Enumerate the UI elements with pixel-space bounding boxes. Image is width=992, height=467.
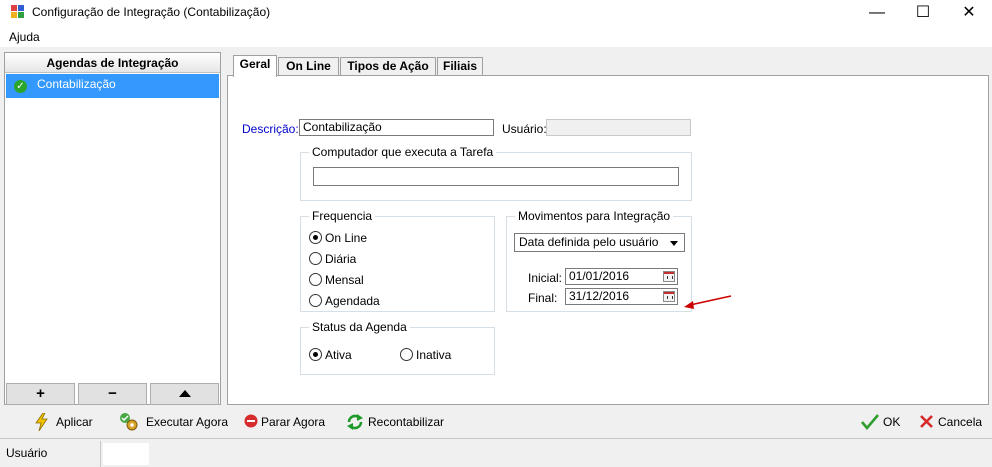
status-group: Status da Agenda Ativa Inativa bbox=[300, 320, 495, 375]
frequency-scheduled-label: Agendada bbox=[325, 294, 380, 308]
tab-tipos-de-acao[interactable]: Tipos de Ação bbox=[340, 57, 436, 76]
status-group-title: Status da Agenda bbox=[309, 320, 410, 334]
check-icon: ✓ bbox=[14, 80, 27, 93]
computer-group: Computador que executa a Tarefa bbox=[300, 145, 692, 201]
tab-geral[interactable]: Geral bbox=[233, 55, 277, 77]
status-bar: Usuário bbox=[0, 438, 992, 467]
frequency-monthly-radio[interactable] bbox=[309, 273, 322, 286]
status-user-value bbox=[103, 443, 149, 465]
general-tab-panel: Descrição: Contabilização Usuário: Compu… bbox=[227, 75, 989, 405]
final-date-value: 31/12/2016 bbox=[569, 289, 630, 303]
close-button[interactable]: ✕ bbox=[946, 0, 992, 28]
run-now-button[interactable]: Executar Agora bbox=[118, 412, 228, 432]
move-up-button[interactable] bbox=[150, 383, 219, 405]
menu-help[interactable]: Ajuda bbox=[9, 30, 40, 44]
status-inactive-label: Inativa bbox=[416, 348, 452, 362]
stop-icon bbox=[244, 414, 258, 428]
status-user-label: Usuário bbox=[6, 446, 48, 460]
tab-on-line[interactable]: On Line bbox=[278, 57, 339, 76]
computer-input[interactable] bbox=[313, 167, 679, 186]
ok-button[interactable]: OK bbox=[861, 412, 901, 432]
apply-button[interactable]: Aplicar bbox=[34, 412, 94, 432]
status-inactive-radio[interactable] bbox=[400, 348, 413, 361]
frequency-group-title: Frequencia bbox=[309, 209, 376, 223]
lightning-icon bbox=[35, 413, 48, 431]
recount-button[interactable]: Recontabilizar bbox=[346, 412, 444, 432]
final-date-input[interactable]: 31/12/2016 bbox=[565, 288, 678, 305]
final-date-label: Final: bbox=[528, 291, 558, 305]
cancel-button[interactable]: Cancela bbox=[919, 412, 982, 432]
action-toolbar: Aplicar Executar Agora Parar Agora Recon… bbox=[0, 408, 992, 435]
user-label: Usuário: bbox=[502, 122, 547, 136]
title-bar: Configuração de Integração (Contabilizaç… bbox=[0, 0, 992, 28]
status-active-radio[interactable] bbox=[309, 348, 322, 361]
schedule-item-label: Contabilização bbox=[37, 77, 116, 91]
movements-select-value: Data definida pelo usuário bbox=[519, 235, 659, 249]
window-title: Configuração de Integração (Contabilizaç… bbox=[32, 5, 271, 19]
computer-group-title: Computador que executa a Tarefa bbox=[309, 145, 497, 159]
frequency-scheduled-radio[interactable] bbox=[309, 294, 322, 307]
menu-bar: Ajuda bbox=[0, 28, 992, 47]
minimize-button[interactable]: — bbox=[854, 0, 900, 28]
movements-group: Movimentos para Integração Data definida… bbox=[506, 209, 692, 312]
initial-date-label: Inicial: bbox=[528, 271, 563, 285]
stop-now-button[interactable]: Parar Agora bbox=[244, 412, 325, 432]
frequency-group: Frequencia On Line Diária Mensal Agendad… bbox=[300, 209, 495, 312]
schedule-item-contabilizacao[interactable]: ✓ Contabilização bbox=[6, 74, 219, 98]
movements-select[interactable]: Data definida pelo usuário bbox=[514, 233, 685, 252]
status-divider bbox=[100, 441, 101, 467]
user-field bbox=[546, 119, 691, 136]
movements-group-title: Movimentos para Integração bbox=[515, 209, 674, 223]
frequency-online-label: On Line bbox=[325, 231, 368, 245]
annotation-arrow-icon bbox=[684, 295, 732, 309]
run-gear-icon bbox=[120, 413, 138, 431]
frequency-online-radio[interactable] bbox=[309, 231, 322, 244]
description-input[interactable]: Contabilização bbox=[299, 119, 494, 136]
schedules-list: Agendas de Integração ✓ Contabilização bbox=[4, 52, 221, 405]
chevron-down-icon bbox=[670, 241, 678, 246]
frequency-monthly-label: Mensal bbox=[325, 273, 364, 287]
status-active-label: Ativa bbox=[325, 348, 352, 362]
remove-schedule-button[interactable]: − bbox=[78, 383, 147, 405]
description-label: Descrição: bbox=[242, 122, 299, 136]
calendar-icon[interactable] bbox=[663, 271, 675, 282]
app-icon bbox=[11, 5, 25, 19]
refresh-icon bbox=[347, 414, 363, 430]
schedules-header: Agendas de Integração bbox=[5, 53, 220, 73]
arrow-up-icon bbox=[179, 390, 191, 397]
calendar-icon[interactable] bbox=[663, 291, 675, 302]
cross-icon bbox=[920, 415, 933, 428]
initial-date-value: 01/01/2016 bbox=[569, 269, 630, 283]
maximize-button[interactable]: ☐ bbox=[900, 0, 946, 28]
checkmark-icon bbox=[861, 414, 879, 430]
frequency-daily-label: Diária bbox=[325, 252, 357, 266]
frequency-daily-radio[interactable] bbox=[309, 252, 322, 265]
tab-filiais[interactable]: Filiais bbox=[437, 57, 483, 76]
initial-date-input[interactable]: 01/01/2016 bbox=[565, 268, 678, 285]
add-schedule-button[interactable]: + bbox=[6, 383, 75, 405]
